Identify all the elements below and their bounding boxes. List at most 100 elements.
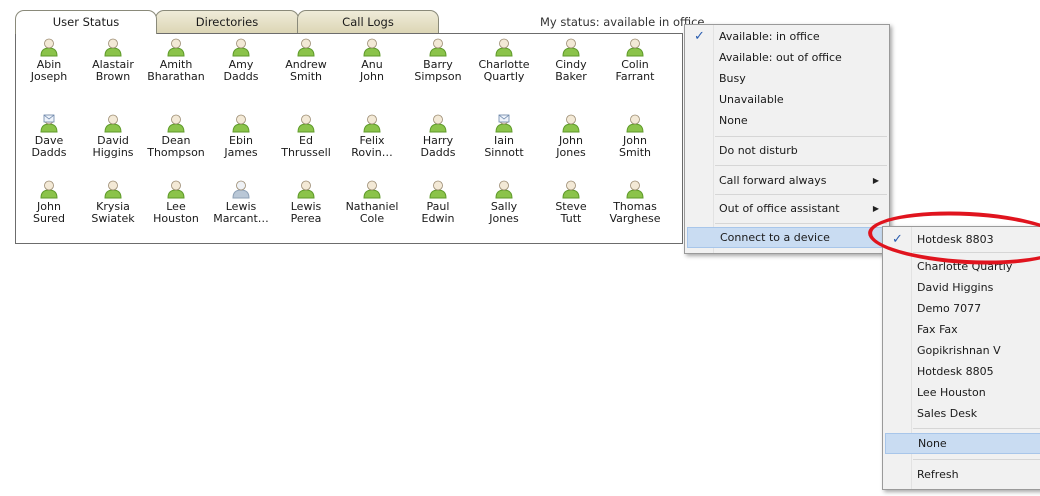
user-first-name: Lewis [225, 201, 257, 213]
checkmark-icon: ✓ [892, 232, 903, 247]
user-tile[interactable]: Ebin James [208, 113, 274, 159]
user-last-name: Higgins [92, 147, 134, 159]
user-first-name: Harry [422, 135, 454, 147]
green-user-icon [232, 114, 250, 133]
user-tile[interactable]: Amy Dadds [208, 37, 274, 83]
device-menu-item[interactable]: Lee Houston [883, 382, 1040, 403]
user-tile[interactable]: Krysia Swiatek [80, 179, 146, 225]
status-menu-item[interactable]: Out of office assistant ▶ [685, 198, 889, 219]
user-tile[interactable]: Cindy Baker [538, 37, 604, 83]
status-menu-item[interactable]: ✓ Available: in office [685, 26, 889, 47]
user-first-name: Dean [161, 135, 191, 147]
user-tile[interactable]: Paul Edwin [405, 179, 471, 225]
user-tile[interactable]: Anu John [339, 37, 405, 83]
user-tile[interactable]: Harry Dadds [405, 113, 471, 159]
user-tile[interactable]: Dave Dadds [16, 113, 82, 159]
user-tile[interactable]: Iain Sinnott [471, 113, 537, 159]
user-tile[interactable]: Barry Simpson [405, 37, 471, 83]
user-last-name: Baker [555, 71, 587, 83]
green-user-icon [626, 180, 644, 199]
user-first-name: Sally [490, 201, 518, 213]
menu-item-label: Demo 7077 [917, 302, 982, 315]
status-menu-item[interactable]: Unavailable [685, 89, 889, 110]
user-first-name: Lee [166, 201, 186, 213]
checkmark-icon: ✓ [694, 29, 705, 44]
user-tile[interactable]: Amith Bharathan [143, 37, 209, 83]
user-tile[interactable]: John Smith [602, 113, 668, 159]
green-user-icon [40, 38, 58, 57]
tab-call-logs[interactable]: Call Logs [297, 10, 439, 33]
status-menu-item[interactable]: Connect to a device [687, 227, 887, 248]
tab-label: Call Logs [342, 15, 394, 29]
tab-directories[interactable]: Directories [155, 10, 299, 33]
menu-item-label: Unavailable [719, 93, 784, 106]
status-menu-item[interactable]: Available: out of office [685, 47, 889, 68]
user-tile[interactable]: Sally Jones [471, 179, 537, 225]
menu-item-label: Out of office assistant [719, 202, 840, 215]
status-context-menu: ✓ Available: in office Available: out of o… [684, 24, 890, 254]
user-tile[interactable]: Andrew Smith [273, 37, 339, 83]
user-tile[interactable]: Charlotte Quartly [471, 37, 537, 83]
user-tile[interactable]: David Higgins [80, 113, 146, 159]
user-last-name: Edwin [421, 213, 455, 225]
user-tile[interactable]: Thomas Varghese [602, 179, 668, 225]
menu-item-label: Connect to a device [720, 231, 830, 244]
user-last-name: Thrussell [281, 147, 331, 159]
menu-item-label: Hotdesk 8805 [917, 365, 994, 378]
device-menu-item[interactable]: Sales Desk [883, 403, 1040, 424]
tab-bar: User Status Directories Call Logs [15, 10, 455, 34]
device-menu-item[interactable]: Hotdesk 8805 [883, 361, 1040, 382]
user-tile[interactable]: Steve Tutt [538, 179, 604, 225]
device-menu-item[interactable]: ✓ Hotdesk 8803 [883, 229, 1040, 250]
user-tile[interactable]: Lewis Marcant… [208, 179, 274, 225]
green-user-icon [363, 114, 381, 133]
green-user-icon [429, 180, 447, 199]
user-tile[interactable]: Alastair Brown [80, 37, 146, 83]
device-menu-item[interactable]: David Higgins [883, 277, 1040, 298]
user-status-panel: Abin Joseph Alastair Brown Amith Bharathan Amy… [15, 33, 683, 244]
user-tile[interactable]: Lewis Perea [273, 179, 339, 225]
status-menu-item[interactable]: Call forward always ▶ [685, 170, 889, 191]
device-menu-item[interactable]: Demo 7077 [883, 298, 1040, 319]
device-menu-item[interactable]: Fax Fax [883, 319, 1040, 340]
device-menu-item[interactable]: Gopikrishnan V [883, 340, 1040, 361]
status-menu-item[interactable]: Busy [685, 68, 889, 89]
submenu-arrow-icon: ▶ [872, 204, 879, 213]
user-tile[interactable]: Felix Rovin… [339, 113, 405, 159]
green-user-icon [363, 38, 381, 57]
user-last-name: Smith [618, 147, 652, 159]
user-first-name: Colin [621, 59, 649, 71]
tab-label: Directories [195, 15, 259, 29]
status-menu-item[interactable]: Do not disturb [685, 140, 889, 161]
user-first-name: John [37, 201, 61, 213]
green-user-icon [232, 38, 250, 57]
device-menu-item[interactable]: Refresh [883, 464, 1040, 485]
user-last-name: Sured [33, 213, 65, 225]
status-menu-item[interactable]: None [685, 110, 889, 131]
device-menu-item[interactable]: None [885, 433, 1040, 454]
user-tile[interactable]: John Sured [16, 179, 82, 225]
user-tile[interactable]: John Jones [538, 113, 604, 159]
my-status-label[interactable]: My status: available in office [540, 15, 705, 29]
user-last-name: Joseph [30, 71, 68, 83]
user-first-name: Thomas [613, 201, 657, 213]
user-tile[interactable]: Ed Thrussell [273, 113, 339, 159]
user-last-name: James [224, 147, 258, 159]
user-tile[interactable]: Dean Thompson [143, 113, 209, 159]
menu-item-label: Do not disturb [719, 144, 798, 157]
grey-user-icon [232, 180, 250, 199]
user-first-name: Ebin [229, 135, 253, 147]
tab-user-status[interactable]: User Status [15, 10, 157, 34]
user-tile[interactable]: Lee Houston [143, 179, 209, 225]
user-tile[interactable]: Abin Joseph [16, 37, 82, 83]
user-first-name: Lewis [290, 201, 322, 213]
user-first-name: Paul [426, 201, 450, 213]
menu-item-label: Sales Desk [917, 407, 978, 420]
menu-item-label: Call forward always [719, 174, 827, 187]
user-tile[interactable]: Nathaniel Cole [339, 179, 405, 225]
green-user-icon [297, 114, 315, 133]
device-menu-item[interactable]: Charlotte Quartly [883, 256, 1040, 277]
green-user-icon [104, 114, 122, 133]
user-tile[interactable]: Colin Farrant [602, 37, 668, 83]
menu-item-label: Lee Houston [917, 386, 986, 399]
